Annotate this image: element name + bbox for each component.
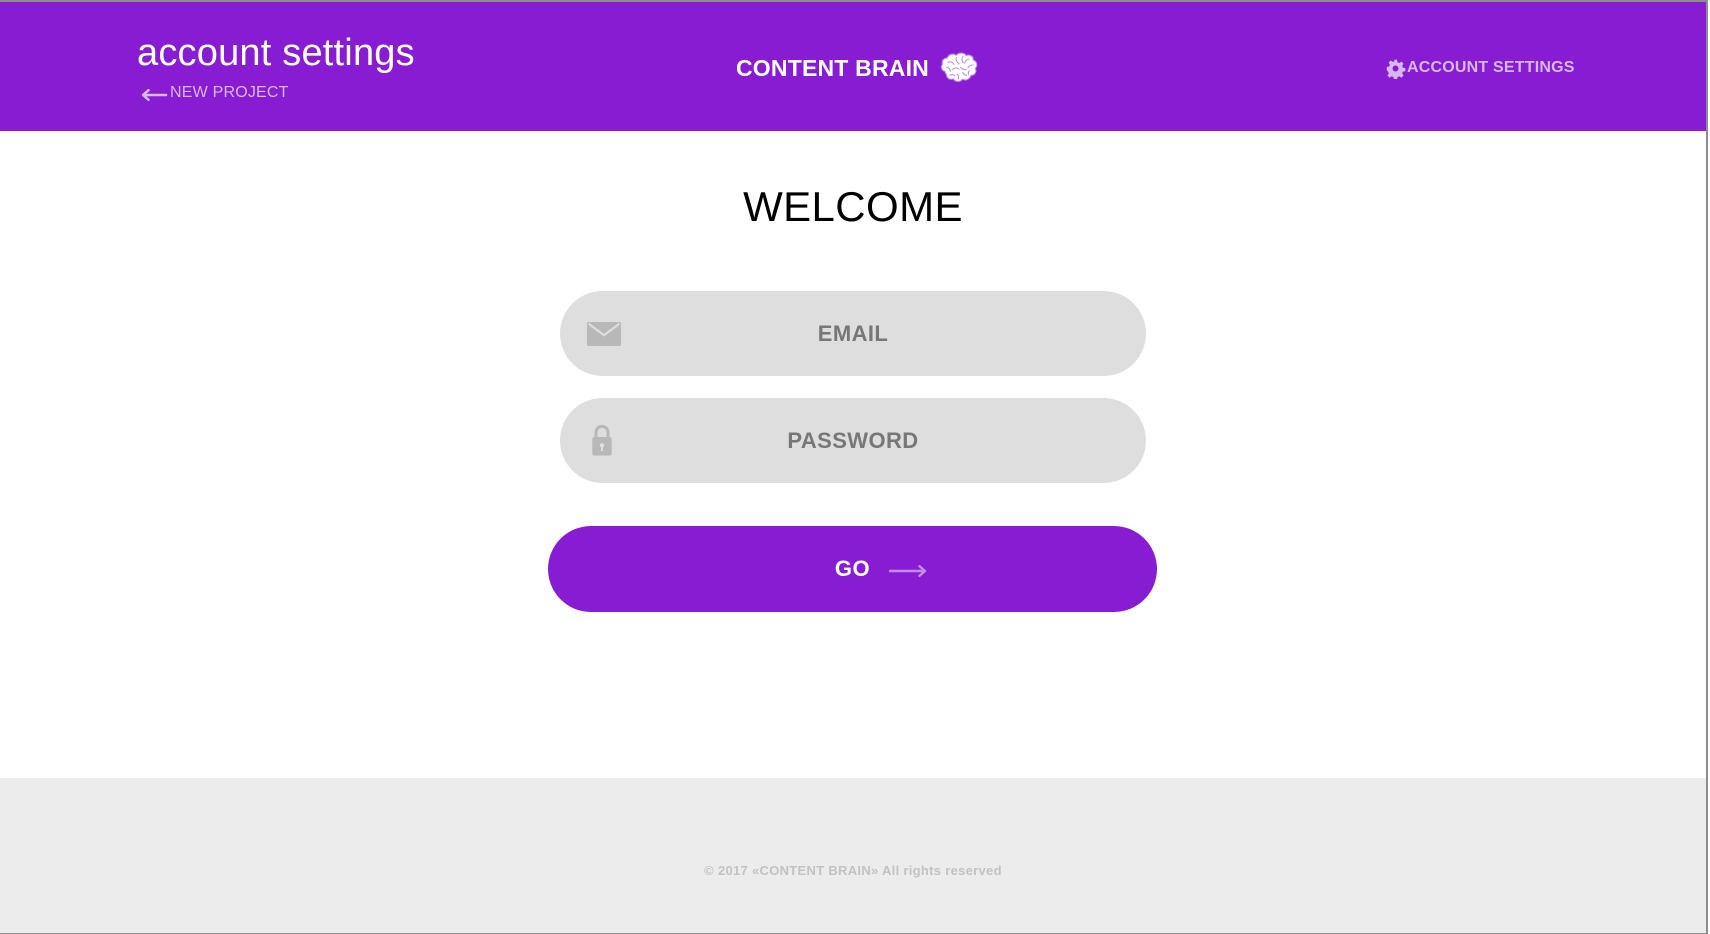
top-header: account settings NEW PROJECT CONTENT BRA… bbox=[0, 2, 1706, 131]
go-button-label: GO bbox=[834, 556, 871, 581]
password-field[interactable] bbox=[560, 398, 1146, 483]
back-link-new-project[interactable]: NEW PROJECT bbox=[140, 82, 289, 104]
page-footer: © 2017 «CONTENT BRAIN» All rights reserv… bbox=[0, 778, 1706, 933]
account-settings-label: ACCOUNT SETTINGS bbox=[1407, 59, 1575, 76]
password-field-wrapper[interactable] bbox=[560, 398, 1146, 483]
arrow-right-icon bbox=[888, 565, 927, 577]
arrow-left-icon bbox=[141, 88, 168, 102]
welcome-heading: WELCOME bbox=[743, 183, 963, 230]
gear-icon bbox=[1386, 59, 1406, 79]
go-button[interactable]: GO bbox=[548, 526, 1157, 612]
back-link-label: NEW PROJECT bbox=[170, 84, 289, 101]
email-field-wrapper[interactable] bbox=[560, 291, 1146, 376]
email-field[interactable] bbox=[560, 291, 1146, 376]
page-title: account settings bbox=[137, 32, 415, 74]
brain-icon bbox=[940, 52, 978, 82]
account-settings-link[interactable]: ACCOUNT SETTINGS bbox=[1385, 55, 1575, 81]
brand-name: CONTENT BRAIN bbox=[736, 54, 929, 81]
copyright-text: © 2017 «CONTENT BRAIN» All rights reserv… bbox=[704, 863, 1002, 878]
browser-viewport: account settings NEW PROJECT CONTENT BRA… bbox=[0, 0, 1708, 934]
brand-logo: CONTENT BRAIN bbox=[736, 46, 980, 90]
